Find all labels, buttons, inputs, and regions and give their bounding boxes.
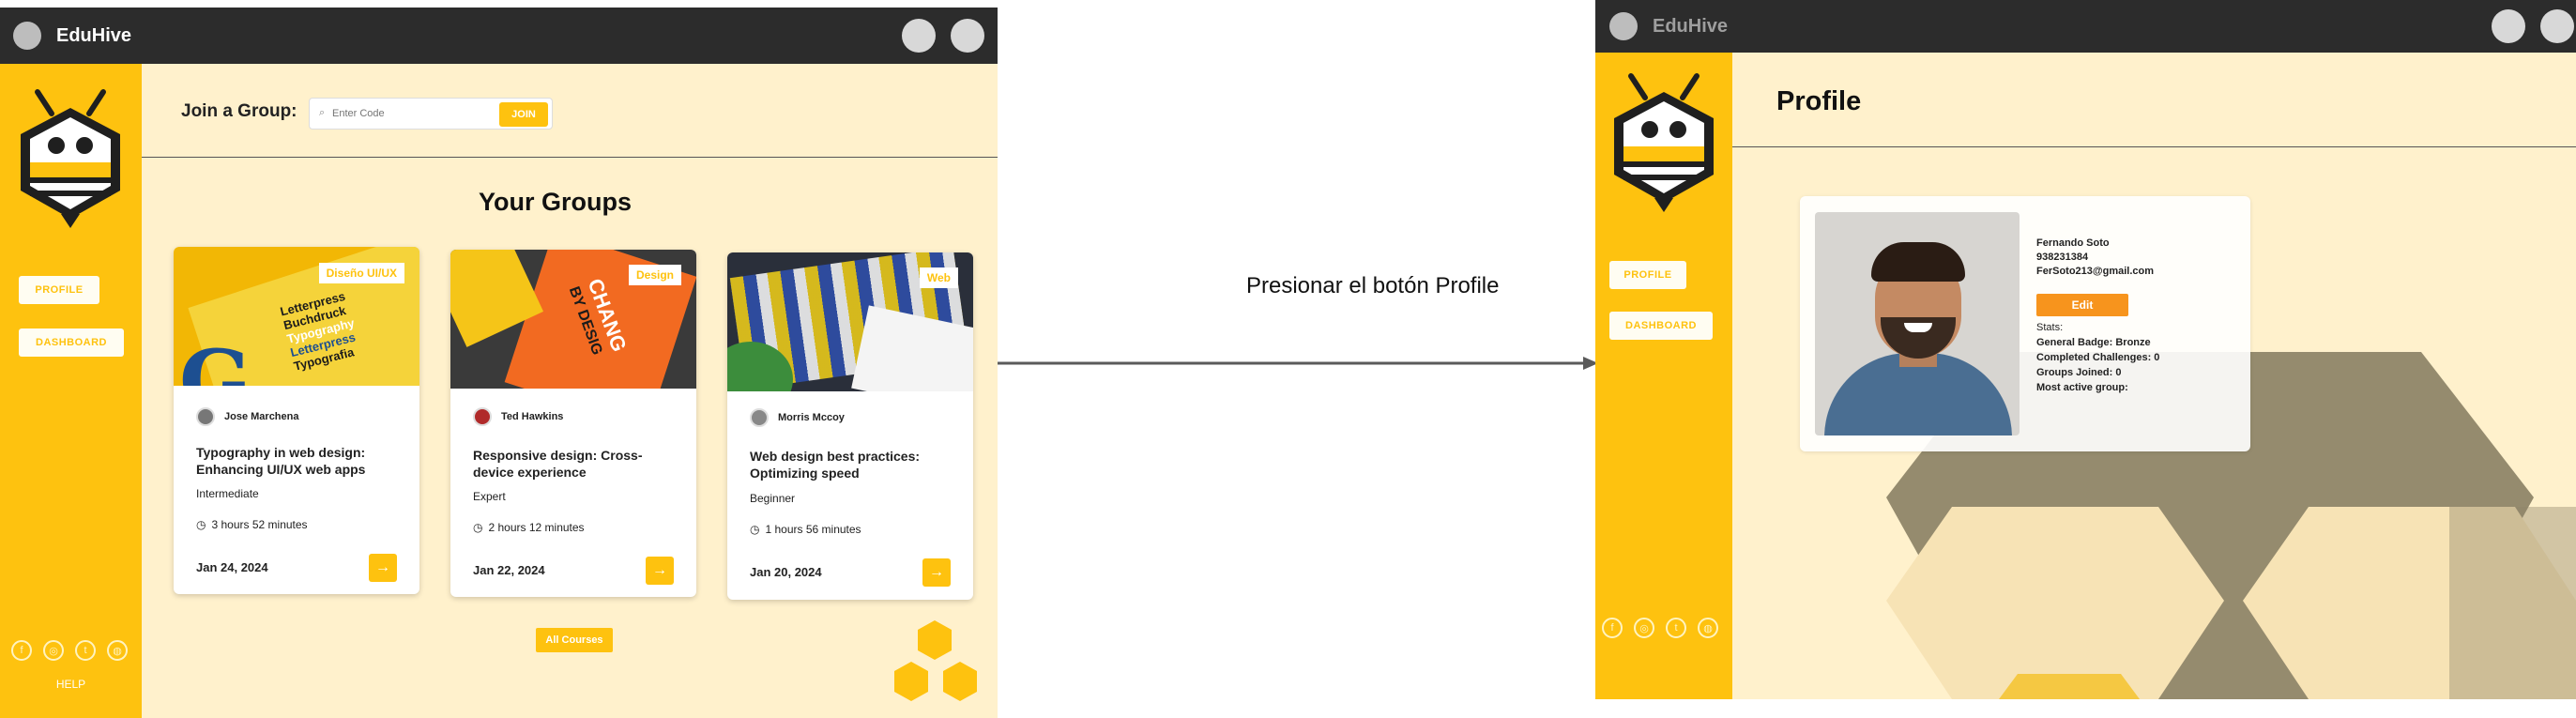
stats-block: Stats: General Badge: Bronze Completed C… (2036, 320, 2159, 395)
course-date: Jan 22, 2024 (473, 563, 545, 577)
twitter-icon[interactable]: t (1666, 618, 1686, 638)
stat-groups: Groups Joined: 0 (2036, 367, 2122, 378)
category-tag: Web (919, 267, 958, 288)
edit-button[interactable]: Edit (2036, 294, 2128, 316)
join-box: ⌕ JOIN (309, 98, 553, 130)
divider (1732, 146, 2576, 147)
course-duration: ◷ 3 hours 52 minutes (196, 518, 308, 531)
course-level: Expert (473, 490, 506, 503)
flow-arrow (998, 357, 1598, 370)
join-button[interactable]: JOIN (499, 102, 548, 127)
bee-logo (1614, 73, 1714, 212)
arrow-right-icon[interactable]: → (922, 558, 951, 587)
profile-photo (1815, 212, 2020, 435)
stat-badge: General Badge: Bronze (2036, 337, 2151, 348)
author: Jose Marchena (196, 407, 298, 426)
stats-label: Stats: (2036, 322, 2064, 333)
arrow-right-icon[interactable]: → (646, 557, 674, 585)
dashboard-button[interactable]: DASHBOARD (19, 328, 124, 357)
profile-info: Fernando Soto 938231384 FerSoto213@gmail… (2036, 237, 2154, 279)
clock-icon: ◷ (750, 523, 760, 536)
author: Morris Mccoy (750, 408, 845, 427)
course-duration: ◷ 2 hours 12 minutes (473, 521, 585, 534)
left-screen: EduHive PROFILE DASHBOARD f ◎ t ◍ HELP J… (0, 8, 998, 718)
card-image: CHANG BY DESIG Design (450, 250, 696, 389)
course-title: Typography in web design: Enhancing UI/U… (196, 445, 366, 477)
facebook-icon[interactable]: f (11, 640, 32, 661)
course-level: Beginner (750, 492, 796, 505)
avatar (750, 408, 769, 427)
category-tag: Design (628, 265, 681, 285)
hexagon-decoration (894, 620, 977, 701)
profile-button[interactable]: PROFILE (19, 276, 99, 304)
course-title: Responsive design: Cross-device experien… (473, 448, 643, 480)
profile-button[interactable]: PROFILE (1609, 261, 1686, 289)
course-title: Web design best practices: Optimizing sp… (750, 449, 921, 481)
right-screen: EduHive PROFILE DASHBOARD f ◎ t ◍ Profil… (1595, 0, 2576, 699)
divider (142, 157, 998, 158)
stat-active-group: Most active group: (2036, 382, 2128, 393)
user-phone: 938231384 (2036, 252, 2089, 263)
card-image-letter: G (179, 331, 252, 386)
course-card[interactable]: G Letterpress Buchdruck Typography Lette… (174, 247, 419, 594)
author: Ted Hawkins (473, 407, 563, 426)
course-date: Jan 20, 2024 (750, 565, 822, 579)
profile-card: Fernando Soto 938231384 FerSoto213@gmail… (1800, 196, 2250, 451)
avatar (473, 407, 492, 426)
app-title: EduHive (56, 24, 132, 46)
stat-challenges: Completed Challenges: 0 (2036, 352, 2160, 363)
sidebar: PROFILE DASHBOARD f ◎ t ◍ (1595, 53, 1732, 699)
card-image: Web (727, 252, 973, 391)
globe-icon[interactable]: ◍ (107, 640, 128, 661)
clock-icon: ◷ (196, 518, 206, 531)
group-code-input[interactable] (332, 104, 473, 123)
dashboard-button[interactable]: DASHBOARD (1609, 312, 1713, 340)
page-title: Profile (1776, 86, 1862, 116)
course-duration: ◷ 1 hours 56 minutes (750, 523, 861, 536)
arrow-right-icon[interactable]: → (369, 554, 397, 582)
sidebar: PROFILE DASHBOARD f ◎ t ◍ HELP (0, 64, 142, 718)
twitter-icon[interactable]: t (75, 640, 96, 661)
course-card[interactable]: Web Morris Mccoy Web design best practic… (727, 252, 973, 600)
instagram-icon[interactable]: ◎ (1634, 618, 1654, 638)
window-button[interactable] (902, 19, 936, 53)
window-control-icon[interactable] (13, 22, 41, 50)
annotation-text: Presionar el botón Profile (1246, 273, 1500, 298)
join-label: Join a Group: (181, 101, 297, 121)
window-button[interactable] (951, 19, 984, 53)
course-card[interactable]: CHANG BY DESIG Design Ted Hawkins Respon… (450, 250, 696, 597)
instagram-icon[interactable]: ◎ (43, 640, 64, 661)
bee-logo (21, 89, 120, 228)
course-date: Jan 24, 2024 (196, 560, 268, 574)
groups-title: Your Groups (479, 188, 633, 216)
avatar (196, 407, 215, 426)
photo-hair (1871, 242, 1965, 282)
user-email: FerSoto213@gmail.com (2036, 266, 2155, 277)
course-level: Intermediate (196, 487, 259, 500)
category-tag: Diseño UI/UX (318, 263, 404, 283)
all-courses-button[interactable]: All Courses (536, 628, 613, 652)
user-name: Fernando Soto (2036, 237, 2110, 249)
help-link[interactable]: HELP (0, 678, 142, 691)
search-icon: ⌕ (319, 107, 326, 118)
title-bar: EduHive (0, 8, 998, 64)
clock-icon: ◷ (473, 521, 483, 534)
facebook-icon[interactable]: f (1602, 618, 1623, 638)
globe-icon[interactable]: ◍ (1698, 618, 1718, 638)
card-image: G Letterpress Buchdruck Typography Lette… (174, 247, 419, 386)
